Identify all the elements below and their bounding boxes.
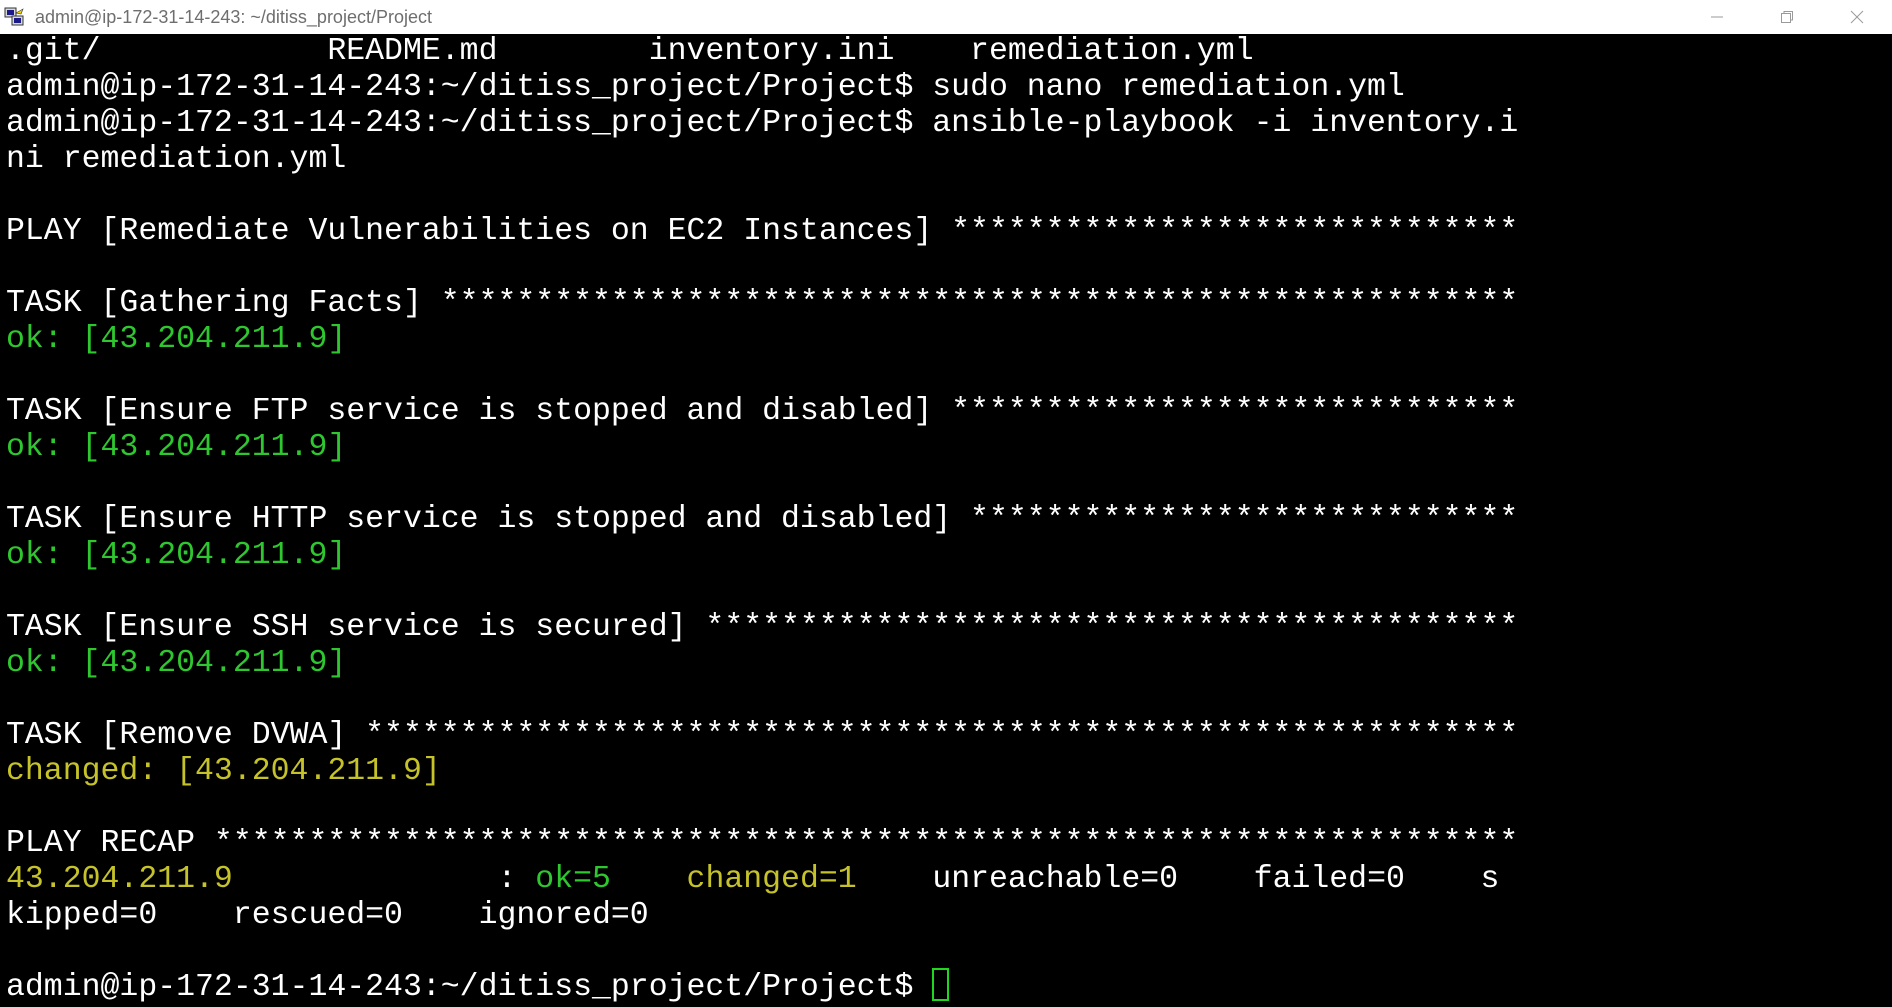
recap-wrap-line: kipped=0 rescued=0 ignored=0 [6,898,649,933]
terminal-cursor[interactable] [932,968,950,1002]
recap-separator: : [232,862,536,897]
current-prompt-line[interactable]: admin@ip-172-31-14-243:~/ditiss_project/… [6,968,950,1006]
recap-host: 43.204.211.9 [6,862,233,897]
task-result-ok: ok: [43.204.211.9] [6,538,347,573]
command-line-ansible: admin@ip-172-31-14-243:~/ditiss_project/… [6,106,1518,142]
task-header: TASK [Ensure SSH service is secured] ***… [6,610,1519,645]
task-result-ok: ok: [43.204.211.9] [6,646,347,681]
putty-icon[interactable] [3,6,29,28]
command-text: sudo nano remediation.yml [913,70,1405,105]
recap-changed: changed=1 [686,862,857,897]
terminal-output[interactable]: .git/ README.md inventory.ini remediatio… [0,34,1892,1007]
task-header: TASK [Ensure FTP service is stopped and … [6,394,1519,429]
window-controls [1682,0,1892,34]
prompt: admin@ip-172-31-14-243:~/ditiss_project/… [6,970,914,1005]
window-title: admin@ip-172-31-14-243: ~/ditiss_project… [35,6,432,27]
minimize-icon[interactable] [1682,0,1752,34]
recap-ok: ok=5 [535,862,611,897]
play-header: PLAY [Remediate Vulnerabilities on EC2 I… [6,214,1519,249]
task-result-ok: ok: [43.204.211.9] [6,322,347,357]
recap-header: PLAY RECAP *****************************… [6,826,1519,861]
task-header: TASK [Remove DVWA] *********************… [6,718,1519,753]
command-line-nano: admin@ip-172-31-14-243:~/ditiss_project/… [6,70,1405,106]
task-header: TASK [Ensure HTTP service is stopped and… [6,502,1519,537]
close-icon[interactable] [1822,0,1892,34]
recap-line: 43.204.211.9 : ok=5 changed=1 unreachabl… [6,862,1499,898]
task-result-ok: ok: [43.204.211.9] [6,430,347,465]
restore-icon[interactable] [1752,0,1822,34]
recap-gap [611,862,687,897]
recap-gap [857,862,933,897]
task-header: TASK [Gathering Facts] *****************… [6,286,1519,321]
prompt: admin@ip-172-31-14-243:~/ditiss_project/… [6,106,914,141]
prompt: admin@ip-172-31-14-243:~/ditiss_project/… [6,70,914,105]
ls-output-line: .git/ README.md inventory.ini remediatio… [6,34,1254,69]
command-line-wrap: ni remediation.yml [6,142,347,177]
recap-rest: unreachable=0 failed=0 s [932,862,1500,897]
task-result-changed: changed: [43.204.211.9] [6,754,441,789]
title-bar[interactable]: admin@ip-172-31-14-243: ~/ditiss_project… [0,0,1892,34]
terminal-window: admin@ip-172-31-14-243: ~/ditiss_project… [0,0,1892,1007]
command-text: ansible-playbook -i inventory.i [913,106,1519,141]
